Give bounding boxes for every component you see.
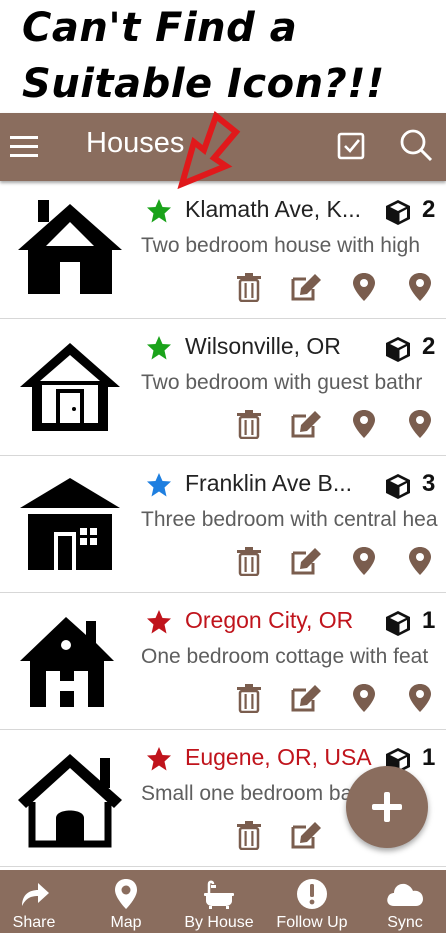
cloud-icon bbox=[387, 883, 423, 906]
hamburger-menu-icon[interactable] bbox=[8, 130, 42, 164]
map-pin-icon[interactable] bbox=[352, 272, 376, 302]
house-outline-icon bbox=[18, 754, 122, 848]
map-pin-icon[interactable] bbox=[408, 546, 432, 576]
map-pin-icon[interactable] bbox=[408, 409, 432, 439]
checkbox-icon[interactable] bbox=[336, 129, 368, 161]
star-icon[interactable] bbox=[146, 609, 172, 635]
tab-by-house-label: By House bbox=[184, 914, 254, 931]
item-count: 1 bbox=[422, 607, 436, 634]
search-icon[interactable] bbox=[398, 127, 434, 163]
edit-icon[interactable] bbox=[289, 546, 323, 576]
edit-icon[interactable] bbox=[289, 272, 323, 302]
item-description: One bedroom cottage with feat bbox=[141, 645, 429, 668]
item-name: Franklin Ave B... bbox=[185, 470, 353, 496]
headline-line-1: Can't Find a bbox=[22, 5, 298, 51]
headline-line-2: Suitable Icon?!! bbox=[22, 61, 385, 107]
map-pin-icon bbox=[115, 879, 137, 909]
tab-map-label: Map bbox=[110, 914, 142, 931]
map-pin-icon[interactable] bbox=[352, 546, 376, 576]
tab-share-label: Share bbox=[12, 914, 56, 931]
trash-icon[interactable] bbox=[236, 683, 262, 713]
item-count: 2 bbox=[422, 333, 436, 360]
item-count: 3 bbox=[422, 470, 436, 497]
trash-icon[interactable] bbox=[236, 409, 262, 439]
tab-sync[interactable]: Sync bbox=[359, 870, 446, 933]
bathtub-icon bbox=[204, 880, 234, 909]
house-icon bbox=[18, 200, 122, 294]
bottom-navigation: Share Map By House Follow Up Sync bbox=[0, 870, 446, 933]
item-description: Small one bedroom ba bbox=[141, 782, 353, 805]
item-description: Two bedroom house with high bbox=[141, 234, 420, 257]
house-window-icon bbox=[20, 478, 120, 570]
tab-map[interactable]: Map bbox=[80, 870, 172, 933]
house-door-icon bbox=[20, 343, 120, 431]
exclamation-icon bbox=[297, 879, 327, 909]
tab-share[interactable]: Share bbox=[0, 870, 80, 933]
cube-icon bbox=[386, 337, 410, 362]
map-pin-icon[interactable] bbox=[352, 409, 376, 439]
share-icon bbox=[22, 883, 49, 906]
trash-icon[interactable] bbox=[236, 272, 262, 302]
list-item[interactable]: Oregon City, OR 1 One bedroom cottage wi… bbox=[0, 593, 446, 730]
edit-icon[interactable] bbox=[289, 820, 323, 850]
cube-icon bbox=[386, 474, 410, 499]
star-icon[interactable] bbox=[146, 472, 172, 498]
add-house-button[interactable] bbox=[346, 766, 428, 848]
item-name: Wilsonville, OR bbox=[185, 333, 341, 359]
edit-icon[interactable] bbox=[289, 409, 323, 439]
cube-icon bbox=[386, 611, 410, 636]
item-name: Klamath Ave, K... bbox=[185, 196, 362, 222]
list-item[interactable]: Klamath Ave, K... 2 Two bedroom house wi… bbox=[0, 182, 446, 319]
tab-follow-up[interactable]: Follow Up bbox=[266, 870, 358, 933]
map-pin-icon[interactable] bbox=[408, 683, 432, 713]
map-pin-icon[interactable] bbox=[352, 683, 376, 713]
cube-icon bbox=[386, 200, 410, 225]
page-title: Houses bbox=[86, 127, 185, 159]
trash-icon[interactable] bbox=[236, 546, 262, 576]
item-count: 1 bbox=[422, 744, 436, 771]
tab-follow-up-label: Follow Up bbox=[276, 914, 348, 931]
map-pin-icon[interactable] bbox=[408, 272, 432, 302]
trash-icon[interactable] bbox=[236, 820, 262, 850]
list-item[interactable]: Wilsonville, OR 2 Two bedroom with guest… bbox=[0, 319, 446, 456]
item-count: 2 bbox=[422, 196, 436, 223]
star-icon[interactable] bbox=[146, 198, 172, 224]
plus-icon bbox=[372, 792, 402, 822]
item-name: Eugene, OR, USA bbox=[185, 744, 372, 770]
tab-by-house[interactable]: By House bbox=[173, 870, 265, 933]
callout-arrow-icon bbox=[177, 111, 241, 190]
star-icon[interactable] bbox=[146, 335, 172, 361]
list-item[interactable]: Franklin Ave B... 3 Three bedroom with c… bbox=[0, 456, 446, 593]
tab-sync-label: Sync bbox=[387, 914, 423, 931]
item-description: Three bedroom with central hea bbox=[141, 508, 438, 531]
star-icon[interactable] bbox=[146, 746, 172, 772]
house-chimney-icon bbox=[20, 617, 114, 707]
item-name: Oregon City, OR bbox=[185, 607, 354, 633]
headline: Can't Find a Suitable Icon?!! bbox=[22, 0, 442, 112]
item-description: Two bedroom with guest bathr bbox=[141, 371, 423, 394]
edit-icon[interactable] bbox=[289, 683, 323, 713]
